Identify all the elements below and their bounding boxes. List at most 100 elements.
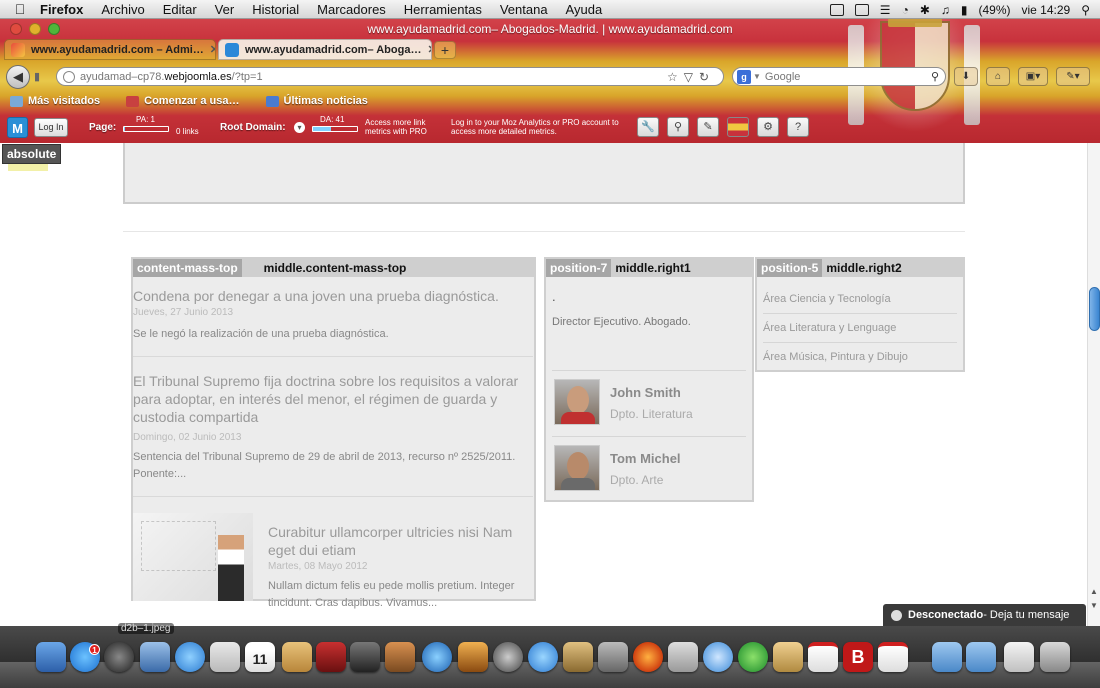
article-thumbnail[interactable] [133, 513, 253, 601]
article-title[interactable]: El Tribunal Supremo fija doctrina sobre … [133, 372, 533, 426]
article-item[interactable]: Curabitur ullamcorper ultricies nisi Nam… [133, 513, 533, 609]
calculator-icon[interactable] [668, 642, 698, 672]
person-name[interactable]: Tom Michel [610, 451, 681, 466]
back-button[interactable]: ◀ [6, 65, 30, 89]
finder-icon[interactable] [36, 642, 66, 672]
time-machine-icon[interactable]: ◔ [902, 3, 909, 17]
moz-logo-icon[interactable]: M [7, 117, 28, 138]
acrobat-reader-icon[interactable] [878, 642, 908, 672]
dashboard-icon[interactable] [104, 642, 134, 672]
person-name[interactable]: John Smith [610, 385, 681, 400]
search-icon[interactable]: ⚲ [931, 70, 939, 83]
itunes-icon[interactable] [175, 642, 205, 672]
iphoto-icon[interactable] [385, 642, 415, 672]
person-card[interactable]: Tom Michel Dpto. Arte [554, 445, 750, 505]
google-icon[interactable]: g [737, 69, 751, 84]
mail-icon[interactable] [703, 642, 733, 672]
safari-icon[interactable] [528, 642, 558, 672]
firefox-icon[interactable] [633, 642, 663, 672]
menu-marcadores[interactable]: Marcadores [317, 2, 386, 17]
notes-icon[interactable] [282, 642, 312, 672]
bookmark-star-icon[interactable]: ☆▽↻ [667, 70, 715, 84]
tab-abogados[interactable]: www.ayudamadrid.com– Aboga… ✕ [218, 39, 432, 60]
category-link[interactable]: Área Ciencia y Tecnología [763, 285, 957, 314]
spotify-icon[interactable] [738, 642, 768, 672]
access-more-text[interactable]: Access more link metrics with PRO [365, 118, 443, 136]
chevron-down-icon: ▼ [753, 72, 761, 81]
wifi-icon[interactable]: ☰ [880, 3, 891, 17]
image-capture-icon[interactable] [563, 642, 593, 672]
menu-button[interactable]: ✎▾ [1056, 67, 1090, 86]
category-link[interactable]: Área Música, Pintura y Dibujo [763, 343, 957, 372]
url-bar[interactable]: ayudamad–cp78. webjoomla.es/?tp=1 ☆▽↻ [56, 67, 724, 86]
scroll-up-icon[interactable]: ▲ [1090, 587, 1098, 596]
menu-historial[interactable]: Historial [252, 2, 299, 17]
stamps-icon[interactable] [773, 642, 803, 672]
person-photo[interactable] [554, 445, 600, 491]
preview-icon[interactable] [140, 642, 170, 672]
person-card[interactable]: John Smith Dpto. Literatura [554, 379, 750, 439]
applications-folder-icon[interactable] [932, 642, 962, 672]
downloads-button[interactable]: ⬇ [954, 67, 978, 86]
menu-app-firefox[interactable]: Firefox [40, 2, 83, 17]
chat-widget[interactable]: Desconectado - Deja tu mensaje [883, 604, 1086, 626]
tab-admin[interactable]: www.ayudamadrid.com – Admi… ✕ [4, 39, 216, 60]
menubar-clock[interactable]: vie 14:29 [1022, 3, 1071, 17]
help-icon[interactable]: ? [787, 117, 809, 137]
bookmark-ultimas-noticias[interactable]: Últimas noticias [265, 95, 368, 107]
menu-archivo[interactable]: Archivo [101, 2, 144, 17]
login-message[interactable]: Log in to your Moz Analytics or PRO acco… [451, 118, 621, 136]
volume-icon[interactable]: ♫ [941, 3, 950, 17]
spotlight-icon[interactable]: ⚲ [1081, 3, 1090, 17]
acrobat-icon[interactable] [808, 642, 838, 672]
quicktime-icon[interactable] [422, 642, 452, 672]
menu-ver[interactable]: Ver [215, 2, 235, 17]
system-preferences-icon[interactable] [598, 642, 628, 672]
photo-booth-icon[interactable] [316, 642, 346, 672]
scroll-down-icon[interactable]: ▼ [1090, 601, 1098, 610]
gear-icon[interactable]: ⚙ [757, 117, 779, 137]
new-tab-button[interactable]: + [434, 41, 456, 59]
spaces-icon[interactable] [829, 3, 844, 16]
menu-ventana[interactable]: Ventana [500, 2, 548, 17]
category-link[interactable]: Área Literatura y Lenguage [763, 314, 957, 343]
apple-menu-icon[interactable]:  [0, 1, 40, 17]
article-item[interactable]: Condena por denegar a una joven una prue… [133, 287, 533, 357]
documents-folder-icon[interactable] [966, 642, 996, 672]
article-item[interactable]: El Tribunal Supremo fija doctrina sobre … [133, 372, 533, 497]
tab-close-icon[interactable]: ✕ [204, 43, 215, 56]
display-icon[interactable] [854, 3, 869, 16]
search-icon[interactable]: ⚲ [667, 117, 689, 137]
bartender-b-icon[interactable]: B [843, 642, 873, 672]
battery-icon[interactable]: ▮ [961, 3, 968, 17]
garageband-icon[interactable] [458, 642, 488, 672]
downloads-stack-icon[interactable] [1004, 642, 1034, 672]
article-title[interactable]: Condena por denegar a una joven una prue… [133, 287, 533, 305]
addon-button[interactable]: ▣▾ [1018, 67, 1048, 86]
bluetooth-icon[interactable]: ✱ [920, 3, 930, 17]
article-title[interactable]: Curabitur ullamcorper ultricies nisi Nam… [268, 523, 528, 559]
scrollbar-thumb[interactable] [1089, 287, 1100, 331]
search-bar[interactable]: g ▼ Google ⚲ [732, 67, 946, 86]
wrench-icon[interactable]: 🔧 [637, 117, 659, 137]
bookmark-mas-visitados[interactable]: Más visitados [10, 95, 100, 107]
pencil-icon[interactable]: ✎ [697, 117, 719, 137]
spain-flag-icon[interactable] [727, 117, 749, 137]
module-label: middle.content-mass-top [263, 261, 407, 275]
bookmark-comenzar[interactable]: Comenzar a usa… [126, 95, 240, 107]
time-machine-dock-icon[interactable] [493, 642, 523, 672]
dropdown-icon[interactable]: ▾ [294, 122, 305, 133]
forward-icon[interactable]: ▮ [34, 70, 48, 83]
menu-herramientas[interactable]: Herramientas [404, 2, 482, 17]
menu-editar[interactable]: Editar [163, 2, 197, 17]
imovie-icon[interactable] [350, 642, 380, 672]
vertical-scrollbar[interactable]: ▲ ▼ [1087, 143, 1100, 626]
moz-login-button[interactable]: Log In [34, 118, 68, 137]
menu-ayuda[interactable]: Ayuda [566, 2, 603, 17]
person-photo[interactable] [554, 379, 600, 425]
tab-close-icon[interactable]: ✕ [421, 43, 431, 56]
calendar-icon[interactable]: 11 [245, 642, 275, 672]
contacts-icon[interactable] [210, 642, 240, 672]
trash-icon[interactable] [1040, 642, 1070, 672]
home-button[interactable]: ⌂ [986, 67, 1010, 86]
